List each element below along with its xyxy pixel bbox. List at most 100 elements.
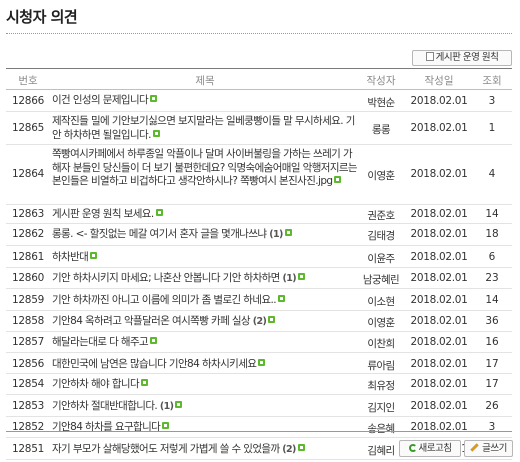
post-subject[interactable]: 기안84 옥하려고 악플달러온 여시쪽빵 카페 실상 (2) bbox=[52, 315, 358, 329]
post-subject[interactable]: 기안 하차시키지 마세요; 나혼산 안봅니다 기안 하차하면 (1) bbox=[52, 272, 358, 286]
post-author[interactable]: 이영훈 bbox=[358, 168, 404, 183]
post-subject-text[interactable]: 이건 인성의 문제입니다 bbox=[52, 94, 149, 106]
refresh-button[interactable]: 새로고침 bbox=[399, 440, 461, 457]
table-row[interactable]: 12865 제작진들 밀에 기안보기싫으면 보지말라는 일베쿵빵이들 말 무시하세… bbox=[6, 112, 512, 145]
table-row[interactable]: 12866 이건 인성의 문제입니다 박현순 2018.02.01 3 bbox=[6, 90, 512, 112]
post-author[interactable]: 이영훈 bbox=[358, 315, 404, 330]
post-author[interactable]: 이소현 bbox=[358, 294, 404, 309]
post-subject[interactable]: 하차반대 bbox=[52, 251, 358, 265]
post-subject[interactable]: 해달라는대로 다 해주고 bbox=[52, 336, 358, 350]
new-post-icon bbox=[284, 229, 292, 236]
comment-count: (1) bbox=[269, 229, 283, 240]
post-views: 23 bbox=[485, 272, 499, 284]
post-date: 2018.02.01 bbox=[410, 272, 468, 284]
comment-count: (2) bbox=[282, 444, 296, 455]
refresh-icon bbox=[408, 444, 417, 452]
post-number: 12851 bbox=[12, 443, 44, 455]
header-num: 번호 bbox=[18, 75, 38, 87]
post-subject[interactable]: 기안하차 해야 합니다 bbox=[52, 378, 358, 392]
table-row[interactable]: 12857 해달라는대로 다 해주고 이찬희 2018.02.01 16 bbox=[6, 332, 512, 353]
post-subject[interactable]: 기안84 하차를 요구합니다 bbox=[52, 421, 358, 435]
comment-count: (2) bbox=[252, 316, 267, 327]
post-number: 12865 bbox=[12, 122, 44, 134]
table-row[interactable]: 12863 게시판 운영 원칙 보세요. 권준호 2018.02.01 14 bbox=[6, 205, 512, 224]
post-subject[interactable]: 자기 부모가 살해당했어도 저렇게 가볍게 쓸 수 있었을까 (2) bbox=[52, 443, 358, 457]
post-author[interactable]: 권준호 bbox=[358, 208, 404, 223]
post-number: 12862 bbox=[12, 228, 44, 240]
post-views: 36 bbox=[485, 315, 499, 327]
table-header: 번호 제목 작성자 작성일 조회 bbox=[6, 69, 512, 90]
post-subject[interactable]: 게시판 운영 원칙 보세요. bbox=[52, 208, 358, 222]
post-subject[interactable]: 이건 인성의 문제입니다 bbox=[52, 94, 358, 108]
post-subject-text[interactable]: 하차반대 bbox=[52, 251, 89, 263]
table-row[interactable]: 12858 기안84 옥하려고 악플달러온 여시쪽빵 카페 실상 (2) 이영훈 20… bbox=[6, 311, 512, 332]
post-subject[interactable]: 대한민국에 남연은 많습니다 기안84 하차시키세요 bbox=[52, 358, 358, 372]
post-views: 18 bbox=[485, 228, 499, 240]
post-subject-text[interactable]: 대한민국에 남연은 많습니다 기안84 하차시키세요 bbox=[52, 358, 257, 370]
new-post-icon bbox=[268, 316, 276, 323]
post-subject-text[interactable]: 롱롱. <- 할짓없는 메갈 여기서 혼자 글을 몇개나쓰냐 bbox=[52, 228, 267, 240]
post-views: 17 bbox=[485, 358, 499, 370]
new-post-icon bbox=[298, 273, 305, 280]
table-row[interactable]: 12862 롱롱. <- 할짓없는 메갈 여기서 혼자 글을 몇개나쓰냐 (1) 김… bbox=[6, 224, 512, 246]
post-subject-text[interactable]: 기안하차 절대반대합니다. bbox=[52, 400, 158, 412]
pencil-icon bbox=[470, 443, 479, 452]
post-author[interactable]: 이윤주 bbox=[358, 251, 404, 266]
post-date: 2018.02.01 bbox=[410, 378, 468, 390]
post-author[interactable]: 김태경 bbox=[358, 228, 404, 243]
write-button[interactable]: 글쓰기 bbox=[464, 440, 513, 457]
post-author[interactable]: 롱롱 bbox=[358, 122, 404, 137]
post-date: 2018.02.01 bbox=[410, 400, 468, 412]
write-label: 글쓰기 bbox=[482, 443, 507, 454]
header-date: 작성일 bbox=[424, 75, 454, 87]
page-title: 시청자 의견 bbox=[6, 8, 78, 26]
post-date: 2018.02.01 bbox=[410, 208, 468, 220]
post-author[interactable]: 이찬희 bbox=[358, 336, 404, 351]
post-date: 2018.02.01 bbox=[410, 358, 468, 370]
post-number: 12859 bbox=[12, 294, 44, 306]
table-row[interactable]: 12864 쪽빵여시카페에서 하루종일 악플이나 달며 사이버불링을 가하는 쓰레… bbox=[6, 145, 512, 205]
post-author[interactable]: 최유정 bbox=[358, 378, 404, 393]
table-row[interactable]: 12853 기안하차 절대반대합니다. (1) 김지인 2018.02.01 26 bbox=[6, 395, 512, 417]
post-author[interactable]: 송은혜 bbox=[358, 421, 404, 436]
post-author[interactable]: 김혜리 bbox=[358, 443, 404, 458]
post-author[interactable]: 박현순 bbox=[358, 95, 404, 110]
post-subject-text[interactable]: 기안하차 해야 합니다 bbox=[52, 378, 140, 390]
post-subject-text[interactable]: 기안 하차까진 아니고 이름에 의미가 좀 별로긴 하네요.. bbox=[52, 294, 277, 306]
board-rules-button[interactable]: 게시판 운영 원칙 bbox=[412, 50, 512, 66]
post-subject[interactable]: 기안하차 절대반대합니다. (1) bbox=[52, 400, 358, 414]
post-date: 2018.02.01 bbox=[410, 95, 468, 107]
post-author[interactable]: 남궁혜린 bbox=[358, 272, 404, 287]
table-row[interactable]: 12856 대한민국에 남연은 많습니다 기안84 하차시키세요 류아림 2018.0… bbox=[6, 353, 512, 374]
table-row[interactable]: 12861 하차반대 이윤주 2018.02.01 6 bbox=[6, 246, 512, 268]
post-date: 2018.02.01 bbox=[410, 228, 468, 240]
post-subject-text[interactable]: 해달라는대로 다 해주고 bbox=[52, 336, 149, 348]
table-row[interactable]: 12852 기안84 하차를 요구합니다 송은혜 2018.02.01 3 bbox=[6, 417, 512, 438]
comment-count: (1) bbox=[159, 401, 174, 412]
table-row[interactable]: 12859 기안 하차까진 아니고 이름에 의미가 좀 별로긴 하네요.. 이소현 2… bbox=[6, 289, 512, 311]
new-post-icon bbox=[277, 295, 285, 302]
post-subject-text[interactable]: 기안 하차시키지 마세요; 나혼산 안봅니다 기안 하차하면 bbox=[52, 272, 280, 284]
post-date: 2018.02.01 bbox=[410, 315, 468, 327]
post-number: 12866 bbox=[12, 95, 44, 107]
post-subject-text[interactable]: 자기 부모가 살해당했어도 저렇게 가볍게 쓸 수 있었을까 bbox=[52, 443, 280, 455]
board-rules-label: 게시판 운영 원칙 bbox=[435, 52, 499, 63]
post-author[interactable]: 김지인 bbox=[358, 400, 404, 415]
post-subject-text[interactable]: 제작진들 밀에 기안보기싫으면 보지말라는 일베쿵빵이들 말 무시하세요. 기안… bbox=[52, 115, 355, 141]
post-subject[interactable]: 롱롱. <- 할짓없는 메갈 여기서 혼자 글을 몇개나쓰냐 (1) bbox=[52, 228, 358, 242]
new-post-icon bbox=[162, 422, 170, 429]
post-views: 14 bbox=[485, 294, 499, 306]
table-row[interactable]: 12860 기안 하차시키지 마세요; 나혼산 안봅니다 기안 하차하면 (1) 남… bbox=[6, 268, 512, 289]
post-subject-text[interactable]: 기안84 옥하려고 악플달러온 여시쪽빵 카페 실상 bbox=[52, 315, 251, 327]
post-subject[interactable]: 기안 하차까진 아니고 이름에 의미가 좀 별로긴 하네요.. bbox=[52, 294, 358, 308]
table-row[interactable]: 12854 기안하차 해야 합니다 최유정 2018.02.01 17 bbox=[6, 374, 512, 395]
post-subject-text[interactable]: 게시판 운영 원칙 보세요. bbox=[52, 208, 154, 220]
post-subject-text[interactable]: 쪽빵여시카페에서 하루종일 악플이나 달며 사이버불링을 가하는 쓰레기 가해자… bbox=[52, 148, 358, 187]
post-subject[interactable]: 제작진들 밀에 기안보기싫으면 보지말라는 일베쿵빵이들 말 무시하세요. 기안… bbox=[52, 115, 358, 142]
post-date: 2018.02.01 bbox=[410, 168, 468, 180]
post-subject[interactable]: 쪽빵여시카페에서 하루종일 악플이나 달며 사이버불링을 가하는 쓰레기 가해자… bbox=[52, 148, 358, 189]
post-number: 12860 bbox=[12, 272, 44, 284]
post-number: 12858 bbox=[12, 315, 44, 327]
post-author[interactable]: 류아림 bbox=[358, 358, 404, 373]
post-views: 17 bbox=[485, 378, 499, 390]
